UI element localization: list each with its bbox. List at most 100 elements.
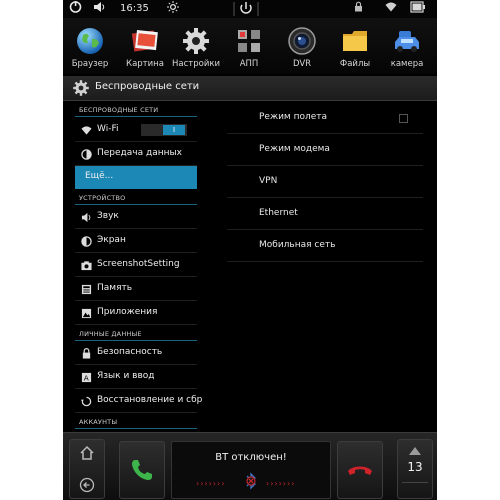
data-usage-icon <box>81 149 92 160</box>
settings-item-security[interactable]: Безопасность <box>75 342 197 365</box>
launcher-app-files[interactable]: Файлы <box>331 26 379 69</box>
settings-item-display[interactable]: Экран <box>75 230 197 253</box>
battery-icon <box>409 1 427 19</box>
answer-call-button[interactable] <box>119 441 165 499</box>
section-divider <box>75 340 197 341</box>
settings-item-storage[interactable]: Память <box>75 278 197 301</box>
launcher-app-gallery[interactable]: Картина <box>121 26 169 69</box>
volume-control[interactable]: 13 <box>397 439 433 499</box>
settings-item-language[interactable]: A Язык и ввод <box>75 366 197 389</box>
section-divider <box>75 116 197 117</box>
mobile-network-item[interactable]: Мобильная сеть <box>227 230 423 262</box>
section-divider <box>75 204 197 205</box>
settings-item-label: Wi-Fi <box>97 124 119 134</box>
hang-up-button[interactable] <box>337 441 383 499</box>
settings-item-screenshot[interactable]: ScreenshotSetting <box>75 254 197 277</box>
bluetooth-disabled-icon <box>246 472 256 490</box>
launcher-app-label: Браузер <box>71 59 109 69</box>
settings-item-data-usage[interactable]: Передача данных <box>75 143 197 166</box>
airplane-mode-label: Режим полета <box>259 112 328 122</box>
settings-category-list: БЕСПРОВОДНЫЕ СЕТИ Wi-Fi I Передача данны… <box>75 102 202 432</box>
settings-item-label: Безопасность <box>97 347 163 357</box>
picture-icon <box>131 30 158 52</box>
section-header-accounts: АККАУНТЫ <box>79 418 118 426</box>
settings-item-label: Восстановление и сбр <box>97 395 203 405</box>
mobile-network-label: Мобильная сеть <box>259 240 336 250</box>
settings-item-label: Приложения <box>97 307 158 317</box>
launcher-app-settings[interactable]: Настройки <box>172 26 220 69</box>
section-header-wireless: БЕСПРОВОДНЫЕ СЕТИ <box>79 106 159 114</box>
launcher-app-browser[interactable]: Браузер <box>66 26 114 69</box>
folder-icon <box>343 31 367 51</box>
launcher-app-label: камера <box>390 59 424 69</box>
settings-item-label: Звук <box>97 211 119 221</box>
wifi-toggle[interactable]: I <box>141 124 187 136</box>
status-bar: 16:35 <box>63 0 437 18</box>
gear-icon <box>183 28 209 54</box>
restore-icon <box>81 396 92 407</box>
wifi-status-icon <box>385 1 397 18</box>
arrows-right: ››››››› <box>266 479 296 488</box>
home-icon[interactable] <box>79 445 95 461</box>
phone-hangup-icon <box>348 466 372 475</box>
back-icon[interactable] <box>79 477 95 493</box>
bluetooth-status-panel: BT отключен! ››››››› ››››››› <box>171 441 331 499</box>
globe-icon <box>77 28 103 54</box>
apps-icon <box>81 308 92 319</box>
ethernet-item[interactable]: Ethernet <box>227 198 423 230</box>
lock-icon <box>82 348 91 359</box>
tethering-item[interactable]: Режим модема <box>227 134 423 166</box>
brightness-icon[interactable] <box>167 1 179 19</box>
device-screen: 16:35 Браузер Картина Настройки АПП DVR … <box>63 0 437 500</box>
volume-icon[interactable] <box>93 1 106 19</box>
settings-item-more[interactable]: Ещё... <box>75 166 197 189</box>
section-divider <box>75 428 197 429</box>
page-title: Беспроводные сети <box>95 81 200 92</box>
settings-item-label: Передача данных <box>97 148 182 158</box>
settings-item-sound[interactable]: Звук <box>75 206 197 229</box>
settings-item-label: Ещё... <box>85 171 114 181</box>
launcher-app-apps[interactable]: АПП <box>225 26 273 69</box>
airplane-mode-checkbox[interactable] <box>399 114 408 123</box>
volume-level: 13 <box>407 460 423 474</box>
settings-gear-icon[interactable] <box>72 79 90 97</box>
speaker-icon <box>81 212 91 223</box>
launcher-app-dvr[interactable]: DVR <box>278 26 326 69</box>
language-icon: A <box>81 372 92 382</box>
section-header-device: УСТРОЙСТВО <box>79 194 126 202</box>
camera-icon <box>81 261 92 271</box>
settings-item-label: ScreenshotSetting <box>97 259 180 269</box>
camera-lens-icon <box>288 27 316 55</box>
storage-icon <box>81 284 92 295</box>
home-back-button-group <box>69 439 105 499</box>
ethernet-label: Ethernet <box>259 208 298 218</box>
launcher-app-label: Картина <box>126 59 164 69</box>
car-camera-icon <box>395 31 419 52</box>
airplane-mode-item[interactable]: Режим полета <box>227 102 423 134</box>
settings-item-label: Память <box>97 283 133 293</box>
tethering-label: Режим модема <box>259 144 330 154</box>
wifi-icon <box>81 126 92 135</box>
settings-item-label: Язык и ввод <box>97 371 155 381</box>
arrows-left: ››››››› <box>196 479 226 488</box>
section-header-personal: ЛИЧНЫЕ ДАННЫЕ <box>79 330 142 338</box>
lock-status-icon <box>354 1 363 18</box>
vpn-item[interactable]: VPN <box>227 166 423 198</box>
vpn-label: VPN <box>259 176 278 186</box>
settings-item-restore[interactable]: Восстановление и сбр <box>75 390 202 413</box>
settings-item-label: Экран <box>97 235 126 245</box>
volume-up-icon[interactable] <box>408 446 422 456</box>
settings-title-bar: Беспроводные сети <box>63 76 437 101</box>
launcher-app-label: DVR <box>292 59 312 69</box>
app-launcher-bar: Браузер Картина Настройки АПП DVR Файлы … <box>63 18 437 74</box>
settings-item-apps[interactable]: Приложения <box>75 302 197 325</box>
launcher-app-label: Файлы <box>339 59 371 69</box>
launcher-app-camera[interactable]: камера <box>383 26 431 69</box>
wifi-toggle-knob: I <box>163 125 185 135</box>
launcher-app-label: АПП <box>239 59 259 69</box>
svg-text:A: A <box>84 373 89 382</box>
home-status-icon[interactable] <box>69 1 82 19</box>
launcher-app-label: Настройки <box>172 59 221 69</box>
settings-item-wifi[interactable]: Wi-Fi I <box>75 119 197 142</box>
phone-answer-icon <box>132 460 152 480</box>
